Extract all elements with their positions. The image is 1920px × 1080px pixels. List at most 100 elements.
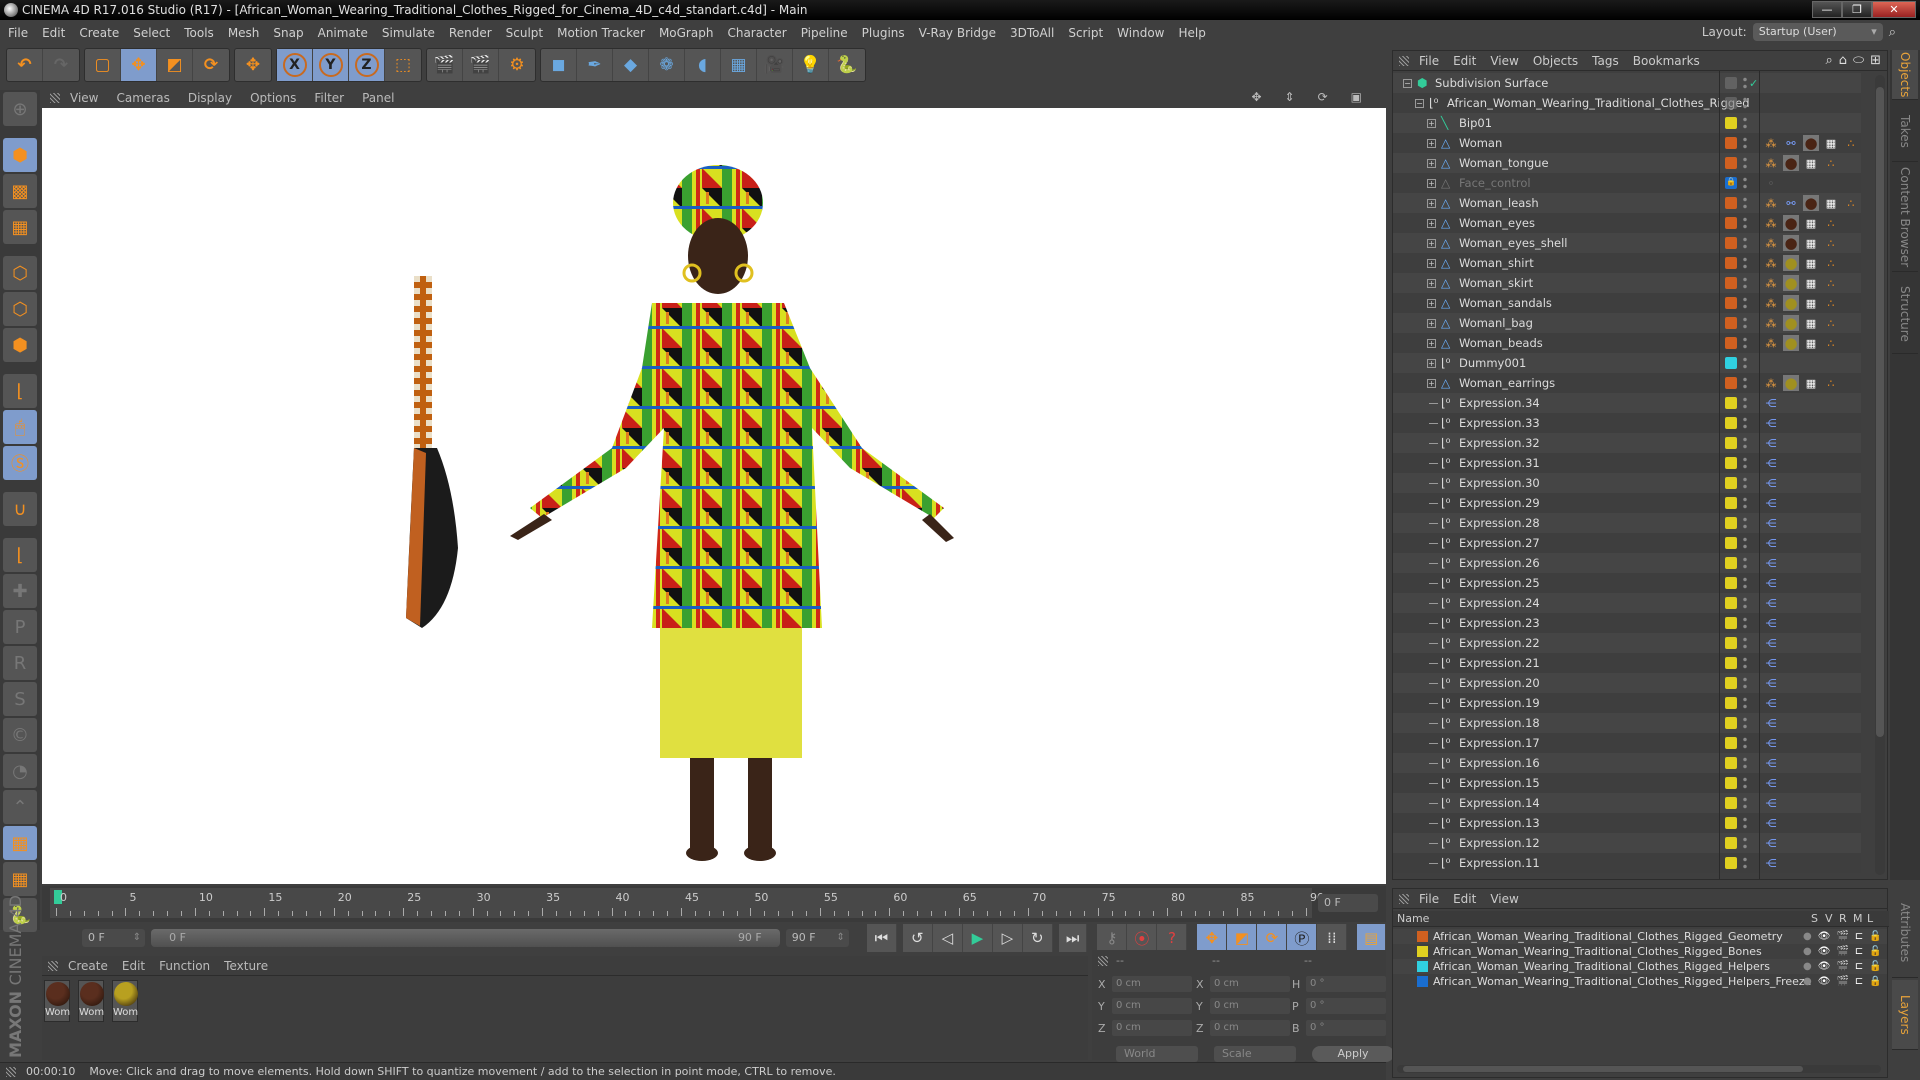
- menu-mesh[interactable]: Mesh: [228, 22, 260, 44]
- menu-3dtoall[interactable]: 3DToAll: [1010, 22, 1054, 44]
- xpresso-tag-icon[interactable]: ⋲: [1763, 635, 1779, 651]
- menu-character[interactable]: Character: [727, 22, 786, 44]
- visibility-dots[interactable]: [1743, 836, 1747, 850]
- expand-toggle[interactable]: +: [1427, 278, 1436, 288]
- expand-toggle[interactable]: +: [1427, 358, 1436, 368]
- uv-tag-icon[interactable]: ▦: [1803, 255, 1819, 271]
- visible-toggle-icon[interactable]: 👁: [1818, 946, 1831, 957]
- object-name[interactable]: Woman_eyes: [1459, 216, 1535, 230]
- tweak-mode-button[interactable]: 🖱: [3, 410, 37, 444]
- layer-color-swatch[interactable]: 🔒: [1725, 177, 1737, 189]
- x-axis-button[interactable]: X: [277, 49, 313, 81]
- object-row[interactable]: ⌊⁰ Expression.21 ⋲: [1393, 653, 1861, 673]
- material-swatch[interactable]: Wom: [112, 980, 138, 1022]
- visibility-dots[interactable]: [1743, 516, 1747, 530]
- layer-color-swatch[interactable]: [1725, 677, 1737, 689]
- object-name[interactable]: Expression.14: [1459, 796, 1540, 810]
- coord-rotation-field[interactable]: 0 °: [1306, 1020, 1386, 1036]
- collapse-toggle[interactable]: −: [1403, 78, 1412, 88]
- collapse-toggle[interactable]: −: [1415, 98, 1424, 108]
- layer-color-swatch[interactable]: [1725, 817, 1737, 829]
- render-toggle-icon[interactable]: 🎬: [1836, 976, 1848, 987]
- layer-color-swatch[interactable]: [1725, 657, 1737, 669]
- floor-button[interactable]: ▦: [721, 49, 757, 81]
- side-tab-structure[interactable]: Structure: [1892, 274, 1918, 354]
- pin-psr-button[interactable]: S: [3, 682, 37, 716]
- object-row[interactable]: ⌊⁰ Expression.18 ⋲: [1393, 713, 1861, 733]
- layer-name[interactable]: African_Woman_Wearing_Traditional_Clothe…: [1433, 945, 1762, 958]
- side-tab-takes[interactable]: Takes: [1892, 102, 1918, 162]
- cube-button[interactable]: ◼: [541, 49, 577, 81]
- mat-brown-tag-icon[interactable]: ●: [1803, 134, 1819, 152]
- object-name[interactable]: Expression.22: [1459, 636, 1540, 650]
- solo-button[interactable]: Ⓢ: [3, 446, 37, 480]
- xpresso-tag-icon[interactable]: ⋲: [1763, 515, 1779, 531]
- visibility-dots[interactable]: [1743, 856, 1747, 870]
- morph-tag-icon[interactable]: ∴: [1823, 315, 1839, 331]
- material-swatch[interactable]: Wom: [78, 980, 104, 1022]
- layer-color-swatch[interactable]: [1417, 946, 1428, 957]
- uv-tag-icon[interactable]: ▦: [1803, 275, 1819, 291]
- layer-color-swatch[interactable]: [1725, 437, 1737, 449]
- solo-toggle-icon[interactable]: ●: [1803, 931, 1812, 942]
- object-row[interactable]: ⌊⁰ Expression.19 ⋲: [1393, 693, 1861, 713]
- layer-column-v[interactable]: V: [1825, 912, 1833, 925]
- skin-tag-icon[interactable]: ⚯: [1783, 195, 1799, 211]
- object-row[interactable]: ⌊⁰ Expression.11 ⋲: [1393, 853, 1861, 873]
- layer-row[interactable]: African_Woman_Wearing_Traditional_Clothe…: [1393, 929, 1887, 944]
- 3d-viewport[interactable]: [42, 108, 1386, 884]
- side-tab-attributes[interactable]: Attributes: [1892, 888, 1918, 978]
- side-tab-objects[interactable]: Objects: [1892, 50, 1918, 100]
- viewport-menu-cameras[interactable]: Cameras: [116, 91, 169, 105]
- layer-menu-file[interactable]: File: [1419, 892, 1439, 906]
- object-name[interactable]: Expression.32: [1459, 436, 1540, 450]
- move-view-icon[interactable]: ✥: [1251, 90, 1261, 104]
- morph-tag-icon[interactable]: ∴: [1823, 275, 1839, 291]
- weight-tag-icon[interactable]: ⁂: [1763, 295, 1779, 311]
- visibility-dots[interactable]: [1743, 316, 1747, 330]
- object-name[interactable]: Expression.11: [1459, 856, 1540, 870]
- layer-color-swatch[interactable]: [1417, 976, 1428, 987]
- workplane-mode-button[interactable]: ▦: [3, 210, 37, 244]
- visibility-dots[interactable]: [1743, 156, 1747, 170]
- render-view-button[interactable]: 🎬: [427, 49, 463, 81]
- morph-tag-icon[interactable]: ∴: [1823, 215, 1839, 231]
- visibility-dots[interactable]: [1743, 476, 1747, 490]
- weight-tag-icon[interactable]: ⁂: [1763, 215, 1779, 231]
- layer-color-swatch[interactable]: [1725, 577, 1737, 589]
- coord-type-dropdown[interactable]: Scale: [1214, 1046, 1296, 1062]
- uv-tag-icon[interactable]: ▦: [1803, 215, 1819, 231]
- layer-column-s[interactable]: S: [1811, 912, 1818, 925]
- visibility-dots[interactable]: [1743, 116, 1747, 130]
- move-button[interactable]: ✥: [121, 49, 157, 81]
- panel-grip-icon[interactable]: [1399, 893, 1409, 904]
- object-row[interactable]: ⌊⁰ Expression.31 ⋲: [1393, 453, 1861, 473]
- xpresso-tag-icon[interactable]: ⋲: [1763, 435, 1779, 451]
- viewport-menu-options[interactable]: Options: [250, 91, 296, 105]
- weight-tag-icon[interactable]: ⁂: [1763, 195, 1779, 211]
- object-row[interactable]: + △ Face_control 🔒 ⚬: [1393, 173, 1861, 193]
- coord-size-field[interactable]: 0 cm: [1210, 976, 1290, 992]
- uv-tag-icon[interactable]: ▦: [1803, 315, 1819, 331]
- visibility-dots[interactable]: [1743, 796, 1747, 810]
- expand-toggle[interactable]: +: [1427, 138, 1436, 148]
- weight-tag-icon[interactable]: ⁂: [1763, 375, 1779, 391]
- xpresso-tag-icon[interactable]: ⋲: [1763, 755, 1779, 771]
- add-point-button[interactable]: ✚: [3, 574, 37, 608]
- material-swatch[interactable]: Wom: [44, 980, 70, 1022]
- live-selection-button[interactable]: ▢: [85, 49, 121, 81]
- render-toggle-icon[interactable]: 🎬: [1836, 946, 1848, 957]
- object-name[interactable]: Expression.18: [1459, 716, 1540, 730]
- xpresso-tag-icon[interactable]: ⋲: [1763, 675, 1779, 691]
- pin-r-button[interactable]: R: [3, 646, 37, 680]
- menu-pipeline[interactable]: Pipeline: [801, 22, 848, 44]
- layer-color-swatch[interactable]: [1725, 477, 1737, 489]
- object-name[interactable]: Expression.23: [1459, 616, 1540, 630]
- object-name[interactable]: Expression.29: [1459, 496, 1540, 510]
- object-name[interactable]: Expression.13: [1459, 816, 1540, 830]
- object-row[interactable]: + ╲ Bip01: [1393, 113, 1861, 133]
- morph-tag-icon[interactable]: ∴: [1823, 295, 1839, 311]
- menu-snap[interactable]: Snap: [273, 22, 303, 44]
- visibility-dots[interactable]: [1743, 376, 1747, 390]
- layer-color-swatch[interactable]: [1725, 537, 1737, 549]
